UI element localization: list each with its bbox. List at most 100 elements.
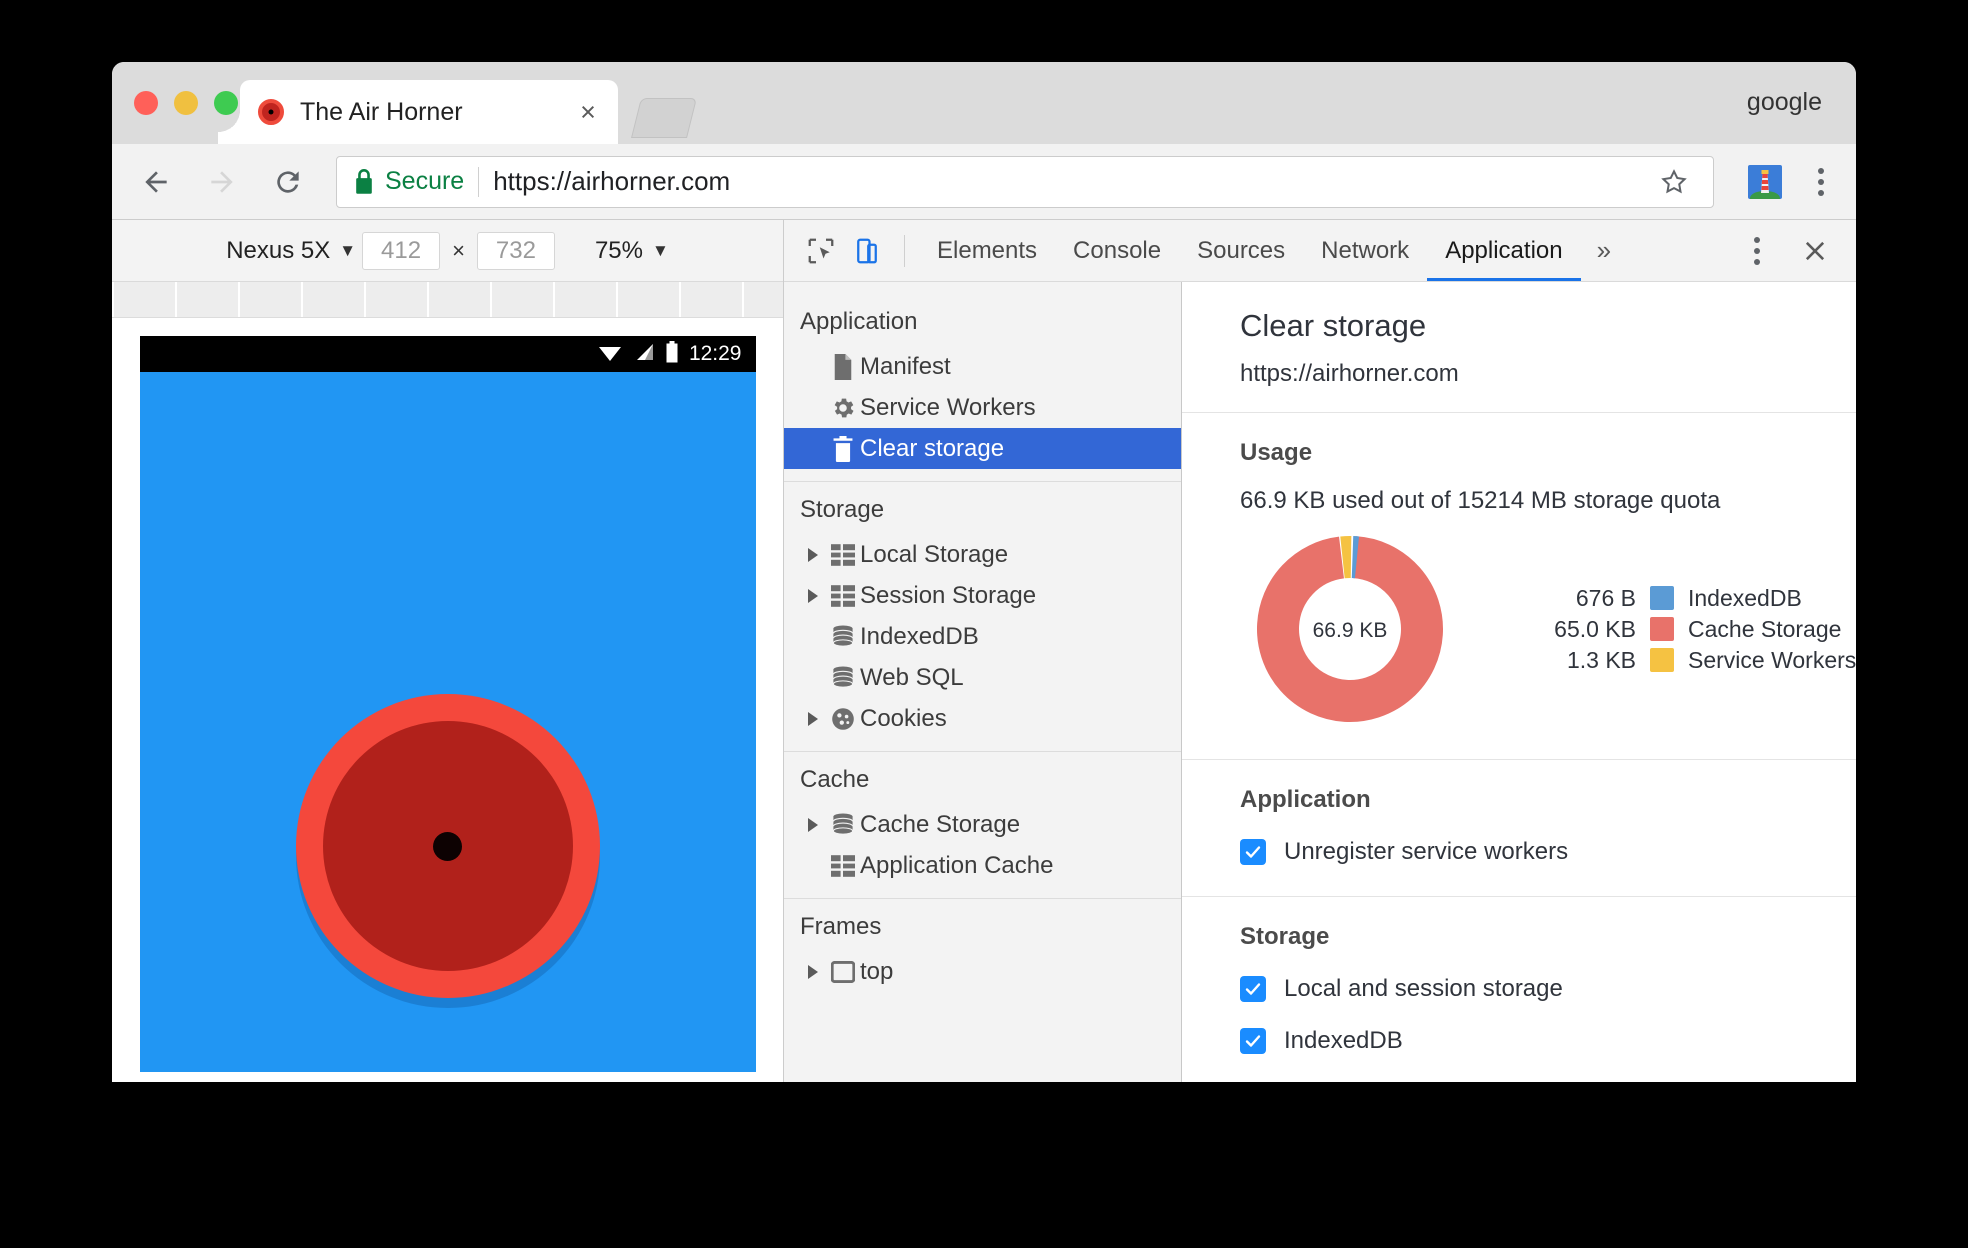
expand-arrow-icon[interactable] — [800, 547, 826, 562]
close-window-button[interactable] — [134, 91, 158, 115]
checkbox-row[interactable]: Local and session storage — [1240, 975, 1856, 1003]
unregister-service-workers-checkbox[interactable] — [1240, 839, 1266, 865]
reload-icon[interactable] — [262, 156, 314, 208]
battery-icon — [665, 340, 679, 368]
airhorn-button-center-dot — [433, 831, 462, 861]
legend-label: Cache Storage — [1688, 615, 1842, 642]
legend-item: 1.3 KB Service Workers — [1508, 645, 1856, 676]
tab-title: The Air Horner — [300, 97, 463, 126]
table-icon — [826, 543, 860, 566]
device-emulation-toolbar: Nexus 5X ▼ 412 × 732 75% ▼ — [112, 220, 783, 282]
checkbox-row[interactable]: IndexedDB — [1240, 1027, 1856, 1055]
tab-console[interactable]: Console — [1055, 220, 1179, 281]
lighthouse-extension-icon[interactable] — [1748, 164, 1782, 199]
minimize-window-button[interactable] — [174, 91, 198, 115]
expand-arrow-icon[interactable] — [800, 964, 826, 979]
devtools-tab-bar: Elements Console Sources Network Applica… — [784, 220, 1856, 282]
expand-arrow-icon[interactable] — [800, 817, 826, 832]
sidebar-item-label: Service Workers — [860, 393, 1036, 421]
checkbox-row[interactable]: Unregister service workers — [1240, 838, 1856, 866]
more-tabs-icon[interactable]: » — [1581, 235, 1627, 266]
close-icon[interactable] — [1792, 228, 1838, 274]
lock-icon — [353, 168, 375, 195]
sidebar-item-clear-storage[interactable]: Clear storage — [784, 428, 1181, 469]
chevron-down-icon: ▼ — [339, 241, 357, 260]
legend-value: 676 B — [1575, 584, 1636, 611]
sidebar-section-storage: Storage — [800, 496, 885, 523]
bookmark-star-icon[interactable] — [1651, 159, 1697, 205]
sidebar-item-web-sql[interactable]: Web SQL — [784, 657, 1181, 698]
sidebar-item-label: IndexedDB — [860, 622, 979, 650]
devtools-body: Application Manifest Service Workers Cle… — [784, 282, 1856, 1082]
device-width-input[interactable]: 412 — [362, 231, 441, 270]
device-viewport: 12:29 — [139, 336, 756, 1082]
dimension-separator: × — [452, 237, 465, 263]
sidebar-item-service-workers[interactable]: Service Workers — [784, 387, 1181, 428]
airhorn-button[interactable] — [295, 694, 600, 998]
sidebar-item-application-cache[interactable]: Application Cache — [784, 845, 1181, 886]
address-bar[interactable]: Secure https://airhorner.com — [336, 155, 1714, 208]
sidebar-item-manifest[interactable]: Manifest — [784, 346, 1181, 387]
sidebar-section-cache: Cache — [800, 766, 870, 793]
sidebar-item-cache-storage[interactable]: Cache Storage — [784, 804, 1181, 845]
donut-center-label: 66.9 KB — [1313, 619, 1388, 642]
tab-sources[interactable]: Sources — [1179, 220, 1303, 281]
sidebar-item-label: top — [860, 957, 894, 985]
tab-elements[interactable]: Elements — [919, 220, 1055, 281]
sidebar-item-cookies[interactable]: Cookies — [784, 698, 1181, 739]
local-session-storage-checkbox[interactable] — [1240, 976, 1266, 1002]
sidebar-item-label: Clear storage — [860, 434, 1005, 462]
close-icon[interactable]: × — [568, 92, 608, 132]
sidebar-item-label: Local Storage — [860, 540, 1009, 568]
zoom-selector[interactable]: 75% ▼ — [595, 237, 669, 265]
navigation-toolbar: Secure https://airhorner.com — [112, 144, 1856, 220]
profile-label[interactable]: google — [1747, 88, 1822, 117]
device-height-input[interactable]: 732 — [476, 231, 555, 270]
sidebar-item-label: Cache Storage — [860, 810, 1021, 838]
indexeddb-checkbox[interactable] — [1240, 1028, 1266, 1054]
tab-application[interactable]: Application — [1427, 220, 1580, 281]
tab-network[interactable]: Network — [1303, 220, 1427, 281]
back-arrow-icon[interactable] — [130, 156, 182, 208]
sidebar-section-frames: Frames — [800, 913, 882, 940]
usage-chart-row: 66.9 KB 676 B IndexedDB 65.0 KB Cache St… — [1240, 529, 1856, 729]
screenshot-stage: The Air Horner × google Secure https://a… — [0, 0, 1968, 1248]
table-icon — [826, 584, 860, 607]
viewport-ruler[interactable] — [112, 282, 783, 318]
browser-tab[interactable]: The Air Horner × — [218, 80, 618, 144]
document-icon — [826, 353, 860, 380]
usage-heading: Usage — [1240, 439, 1313, 466]
browser-menu-icon[interactable] — [1798, 159, 1844, 205]
new-tab-button[interactable] — [631, 98, 697, 138]
usage-summary: 66.9 KB used out of 15214 MB storage quo… — [1240, 487, 1721, 514]
expand-arrow-icon[interactable] — [800, 711, 826, 726]
sidebar-item-indexeddb[interactable]: IndexedDB — [784, 616, 1181, 657]
application-clear-section: Application Unregister service workers — [1182, 760, 1856, 897]
forward-arrow-icon — [196, 156, 248, 208]
device-toolbar-icon[interactable] — [844, 228, 890, 274]
expand-arrow-icon[interactable] — [800, 588, 826, 603]
legend-swatch-service-workers — [1650, 648, 1674, 672]
legend-label: IndexedDB — [1688, 584, 1802, 611]
usage-donut-chart[interactable]: 66.9 KB — [1240, 529, 1460, 729]
device-selector[interactable]: Nexus 5X ▼ — [226, 237, 356, 265]
sidebar-item-top-frame[interactable]: top — [784, 951, 1181, 992]
device-screen-area: 12:29 — [112, 318, 783, 1082]
devtools-menu-icon[interactable] — [1734, 228, 1780, 274]
inspect-cursor-icon[interactable] — [798, 228, 844, 274]
legend-item: 65.0 KB Cache Storage — [1508, 614, 1856, 645]
sidebar-item-local-storage[interactable]: Local Storage — [784, 534, 1181, 575]
url-text[interactable]: https://airhorner.com — [493, 166, 1651, 197]
database-icon — [826, 624, 860, 649]
toolbar-divider — [904, 234, 905, 267]
device-name: Nexus 5X — [226, 236, 331, 264]
sidebar-item-session-storage[interactable]: Session Storage — [784, 575, 1181, 616]
storage-heading: Storage — [1240, 923, 1330, 950]
legend-swatch-cache-storage — [1650, 617, 1674, 641]
table-icon — [826, 854, 860, 877]
checkbox-label: Local and session storage — [1284, 975, 1563, 1002]
page-title: Clear storage — [1240, 308, 1427, 343]
sidebar-item-label: Cookies — [860, 704, 947, 732]
tab-strip: The Air Horner × google — [112, 62, 1856, 144]
sidebar-item-label: Web SQL — [860, 663, 964, 691]
